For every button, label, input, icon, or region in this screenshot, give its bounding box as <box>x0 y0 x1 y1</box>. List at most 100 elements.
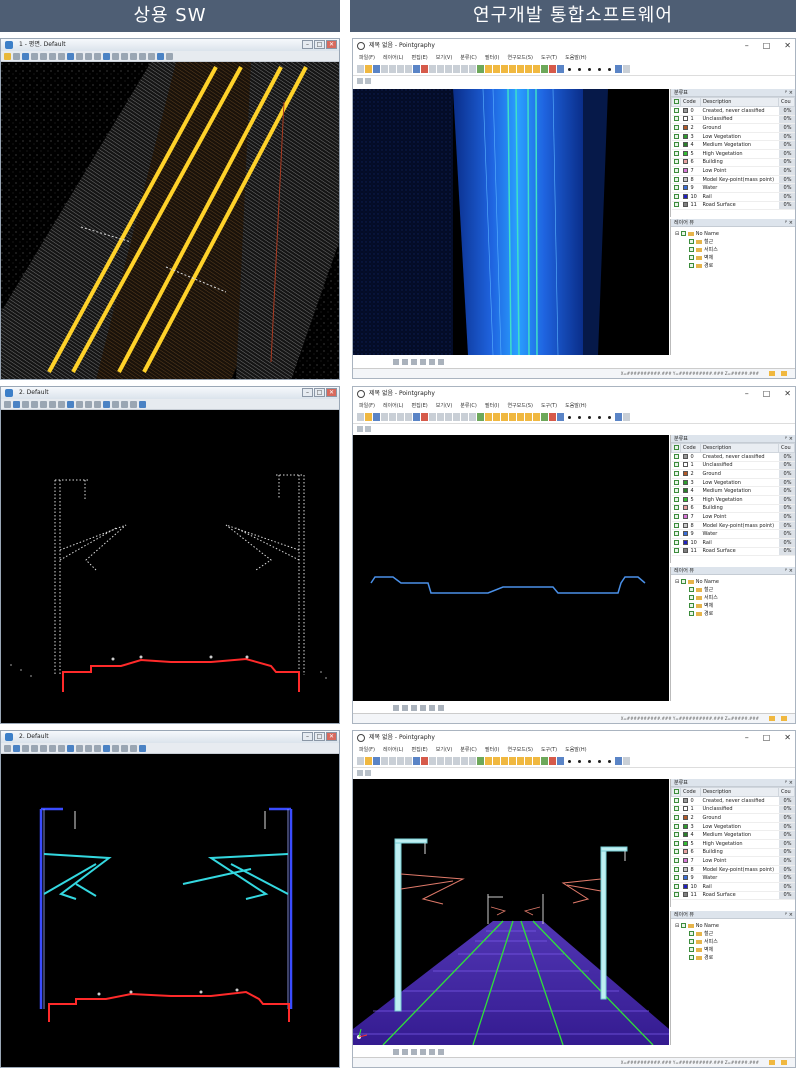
tool-icon[interactable] <box>31 400 38 408</box>
select-tool-icon[interactable] <box>4 52 11 60</box>
tool-icon[interactable] <box>615 413 622 421</box>
class-color-swatch[interactable] <box>682 176 688 182</box>
layer-checkbox[interactable] <box>689 595 694 600</box>
close-button[interactable]: ✕ <box>784 731 791 745</box>
zoom-out-icon[interactable] <box>461 757 468 765</box>
class-row[interactable]: 3 Low Vegetation 0% <box>671 822 795 832</box>
class-row[interactable]: 8 Model Key-point(mass point) 0% <box>671 865 795 875</box>
class-color-swatch[interactable] <box>682 488 688 494</box>
save-icon[interactable] <box>373 413 380 421</box>
class-color-swatch[interactable] <box>682 814 688 820</box>
point-size-icon[interactable] <box>588 67 591 71</box>
tool-icon[interactable] <box>40 400 47 408</box>
section-view[interactable] <box>353 435 669 701</box>
menu-classify[interactable]: 분류(C) <box>460 53 477 63</box>
panel-pin-close[interactable]: ᵖ × <box>785 89 793 97</box>
open-folder-icon[interactable] <box>365 757 372 765</box>
minimize-button[interactable]: – <box>745 387 749 401</box>
tool-icon[interactable] <box>139 744 146 752</box>
print-icon[interactable] <box>405 757 412 765</box>
class-color-swatch[interactable] <box>682 505 688 511</box>
tool-icon[interactable] <box>411 1048 417 1055</box>
tool-icon[interactable] <box>40 52 47 60</box>
menu-help[interactable]: 도움말(H) <box>565 745 586 755</box>
class-color-swatch[interactable] <box>682 875 688 881</box>
layer-icon[interactable] <box>477 413 484 421</box>
panel-pin-close[interactable]: ᵖ × <box>785 567 793 575</box>
class-visible-checkbox[interactable] <box>673 107 679 113</box>
tool-icon[interactable] <box>429 1048 435 1055</box>
cube-icon[interactable] <box>501 757 508 765</box>
class-visible-checkbox[interactable] <box>673 857 679 863</box>
tool-icon[interactable] <box>85 744 92 752</box>
class-visible-checkbox[interactable] <box>673 892 679 898</box>
tool-icon[interactable] <box>429 704 435 711</box>
class-color-swatch[interactable] <box>682 167 688 173</box>
tool-icon[interactable] <box>357 770 363 776</box>
refresh-icon[interactable] <box>420 704 426 711</box>
menu-filter[interactable]: 필터(I) <box>485 745 500 755</box>
cube-icon[interactable] <box>525 65 532 73</box>
maximize-button[interactable]: □ <box>763 387 771 401</box>
class-row[interactable]: 9 Water 0% <box>671 183 795 193</box>
tool-icon[interactable] <box>31 52 38 60</box>
tool-icon[interactable] <box>148 52 155 60</box>
zoom-fit-icon[interactable] <box>469 757 476 765</box>
class-row[interactable]: 4 Medium Vegetation 0% <box>671 830 795 840</box>
cut-icon[interactable] <box>381 413 388 421</box>
tool-icon[interactable] <box>623 65 630 73</box>
class-row[interactable]: 5 High Vegetation 0% <box>671 495 795 505</box>
class-row[interactable]: 10 Rail 0% <box>671 882 795 892</box>
minimize-button[interactable]: – <box>745 731 749 745</box>
class-color-swatch[interactable] <box>682 548 688 554</box>
menu-research[interactable]: 연구모드(S) <box>507 53 532 63</box>
tool-icon[interactable] <box>103 744 110 752</box>
tool-icon[interactable] <box>402 1048 408 1055</box>
menu-filter[interactable]: 필터(I) <box>485 401 500 411</box>
close-button[interactable]: ✕ <box>326 388 337 397</box>
class-visible-checkbox[interactable] <box>673 531 679 537</box>
class-visible-checkbox[interactable] <box>673 832 679 838</box>
layer-item[interactable]: 철근 <box>675 930 791 938</box>
minimize-button[interactable]: – <box>302 388 313 397</box>
cube-icon[interactable] <box>509 413 516 421</box>
class-row[interactable]: 0 Created, never classified 0% <box>671 106 795 116</box>
zoom-out-icon[interactable] <box>461 65 468 73</box>
class-row[interactable]: 2 Ground 0% <box>671 469 795 479</box>
layer-checkbox[interactable] <box>689 931 694 936</box>
class-row[interactable]: 7 Low Point 0% <box>671 166 795 176</box>
move-icon[interactable] <box>445 413 452 421</box>
class-visible-checkbox[interactable] <box>673 142 679 148</box>
tool-icon[interactable] <box>112 52 119 60</box>
cube-icon[interactable] <box>493 757 500 765</box>
class-row[interactable]: 5 High Vegetation 0% <box>671 149 795 159</box>
point-cloud-classified-view[interactable] <box>1 754 339 1068</box>
tool-icon[interactable] <box>615 65 622 73</box>
class-color-swatch[interactable] <box>682 832 688 838</box>
class-row[interactable]: 10 Rail 0% <box>671 538 795 548</box>
zoom-fit-icon[interactable] <box>469 65 476 73</box>
class-color-swatch[interactable] <box>682 107 688 113</box>
tool-icon[interactable] <box>130 744 137 752</box>
layer-checkbox[interactable] <box>680 231 686 236</box>
class-row[interactable]: 2 Ground 0% <box>671 123 795 133</box>
class-visible-checkbox[interactable] <box>673 496 679 502</box>
class-row[interactable]: 1 Unclassified 0% <box>671 115 795 125</box>
move-icon[interactable] <box>445 65 452 73</box>
zoom-icon[interactable] <box>13 744 20 752</box>
tool-icon[interactable] <box>58 52 65 60</box>
panel-pin-close[interactable]: ᵖ × <box>785 911 793 919</box>
cut-icon[interactable] <box>381 65 388 73</box>
class-color-swatch[interactable] <box>682 185 688 191</box>
class-visible-checkbox[interactable] <box>673 453 679 459</box>
cube-icon[interactable] <box>493 413 500 421</box>
rotate-icon[interactable] <box>429 757 436 765</box>
tool-icon[interactable] <box>58 400 65 408</box>
tool-icon[interactable] <box>438 358 444 365</box>
tool-icon[interactable] <box>411 358 417 365</box>
tool-icon[interactable] <box>76 52 83 60</box>
view-icon[interactable] <box>485 757 492 765</box>
menu-layer[interactable]: 레이어(L) <box>383 401 404 411</box>
tool-icon[interactable] <box>121 400 128 408</box>
close-button[interactable]: ✕ <box>784 387 791 401</box>
